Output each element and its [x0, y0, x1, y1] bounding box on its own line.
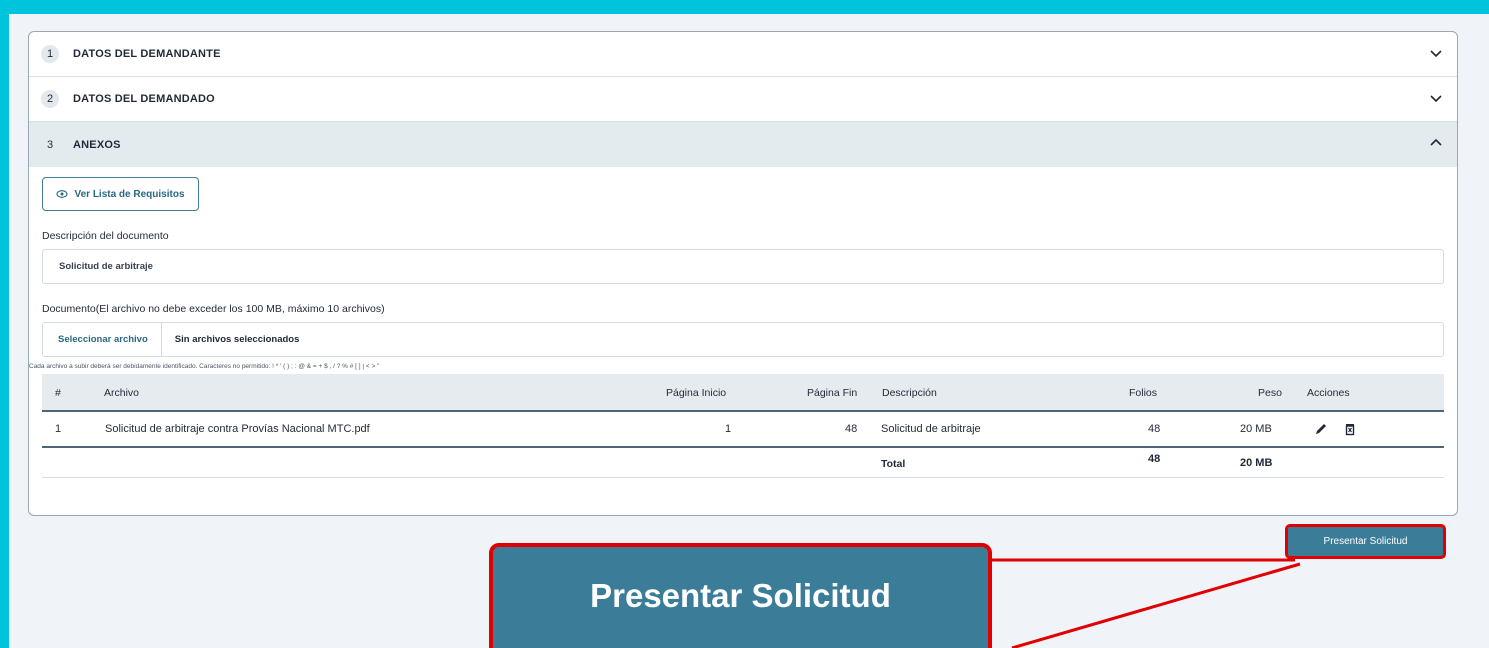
cell-folios: 48 — [1148, 423, 1161, 435]
pencil-icon[interactable] — [1314, 422, 1328, 436]
table-header: # Archivo Página Inicio Página Fin Descr… — [42, 374, 1444, 412]
col-folios: Folios — [1129, 387, 1158, 399]
accordion-title: DATOS DEL DEMANDANTE — [73, 48, 221, 60]
cell-archivo: Solicitud de arbitraje contra Provías Na… — [105, 423, 370, 435]
col-num: # — [55, 387, 61, 399]
submit-callout: Presentar Solicitud — [489, 543, 992, 648]
submit-request-label: Presentar Solicitud — [1323, 536, 1408, 547]
cell-num: 1 — [55, 423, 62, 435]
col-acciones: Acciones — [1307, 387, 1350, 399]
table-row: 1 Solicitud de arbitraje contra Provías … — [42, 412, 1444, 448]
chevron-down-icon — [1430, 50, 1442, 58]
view-requirements-label: Ver Lista de Requisitos — [74, 188, 185, 200]
step-number: 1 — [41, 45, 59, 63]
chevron-down-icon — [1430, 95, 1442, 103]
col-pagina-inicio: Página Inicio — [666, 387, 727, 399]
step-number: 3 — [46, 138, 54, 151]
accordion-datos-demandante[interactable]: 1 DATOS DEL DEMANDANTE — [29, 32, 1457, 77]
table-total-row: Total 48 20 MB — [42, 450, 1444, 478]
cell-pagina-inicio: 1 — [725, 423, 732, 435]
total-folios: 48 — [1148, 453, 1161, 465]
step-number: 2 — [41, 90, 59, 108]
cell-peso: 20 MB — [1240, 423, 1272, 435]
trash-icon[interactable] — [1343, 422, 1357, 436]
description-label: Descripción del documento — [42, 230, 169, 242]
total-peso: 20 MB — [1240, 457, 1273, 469]
chevron-up-icon — [1430, 138, 1442, 146]
col-archivo: Archivo — [104, 387, 140, 399]
description-value: Solicitud de arbitraje — [59, 261, 153, 272]
cell-pagina-fin: 48 — [845, 423, 858, 435]
cell-descripcion: Solicitud de arbitraje — [881, 423, 981, 435]
accordion-anexos[interactable]: 3 ANEXOS — [29, 122, 1457, 167]
col-peso: Peso — [1258, 387, 1282, 399]
document-label: Documento(El archivo no debe exceder los… — [42, 303, 385, 315]
col-pagina-fin: Página Fin — [807, 387, 858, 399]
accordion-title: DATOS DEL DEMANDADO — [73, 93, 215, 105]
accordion-title: ANEXOS — [73, 138, 121, 151]
file-hint: Cada archivo a subir deberá ser debidame… — [29, 363, 380, 370]
form-card: 1 DATOS DEL DEMANDANTE 2 DATOS DEL DEMAN… — [28, 31, 1458, 516]
col-descripcion: Descripción — [882, 387, 937, 399]
file-input[interactable]: Seleccionar archivo Sin archivos selecci… — [42, 322, 1444, 357]
submit-request-button[interactable]: Presentar Solicitud — [1285, 524, 1446, 559]
accordion-datos-demandado[interactable]: 2 DATOS DEL DEMANDADO — [29, 77, 1457, 122]
description-input[interactable]: Solicitud de arbitraje — [42, 249, 1444, 284]
eye-icon — [56, 190, 69, 198]
no-files-text: Sin archivos seleccionados — [174, 334, 300, 345]
view-requirements-button[interactable]: Ver Lista de Requisitos — [42, 177, 199, 211]
callout-label: Presentar Solicitud — [590, 577, 891, 614]
select-file-button[interactable]: Seleccionar archivo — [43, 323, 162, 356]
total-label: Total — [881, 458, 906, 470]
